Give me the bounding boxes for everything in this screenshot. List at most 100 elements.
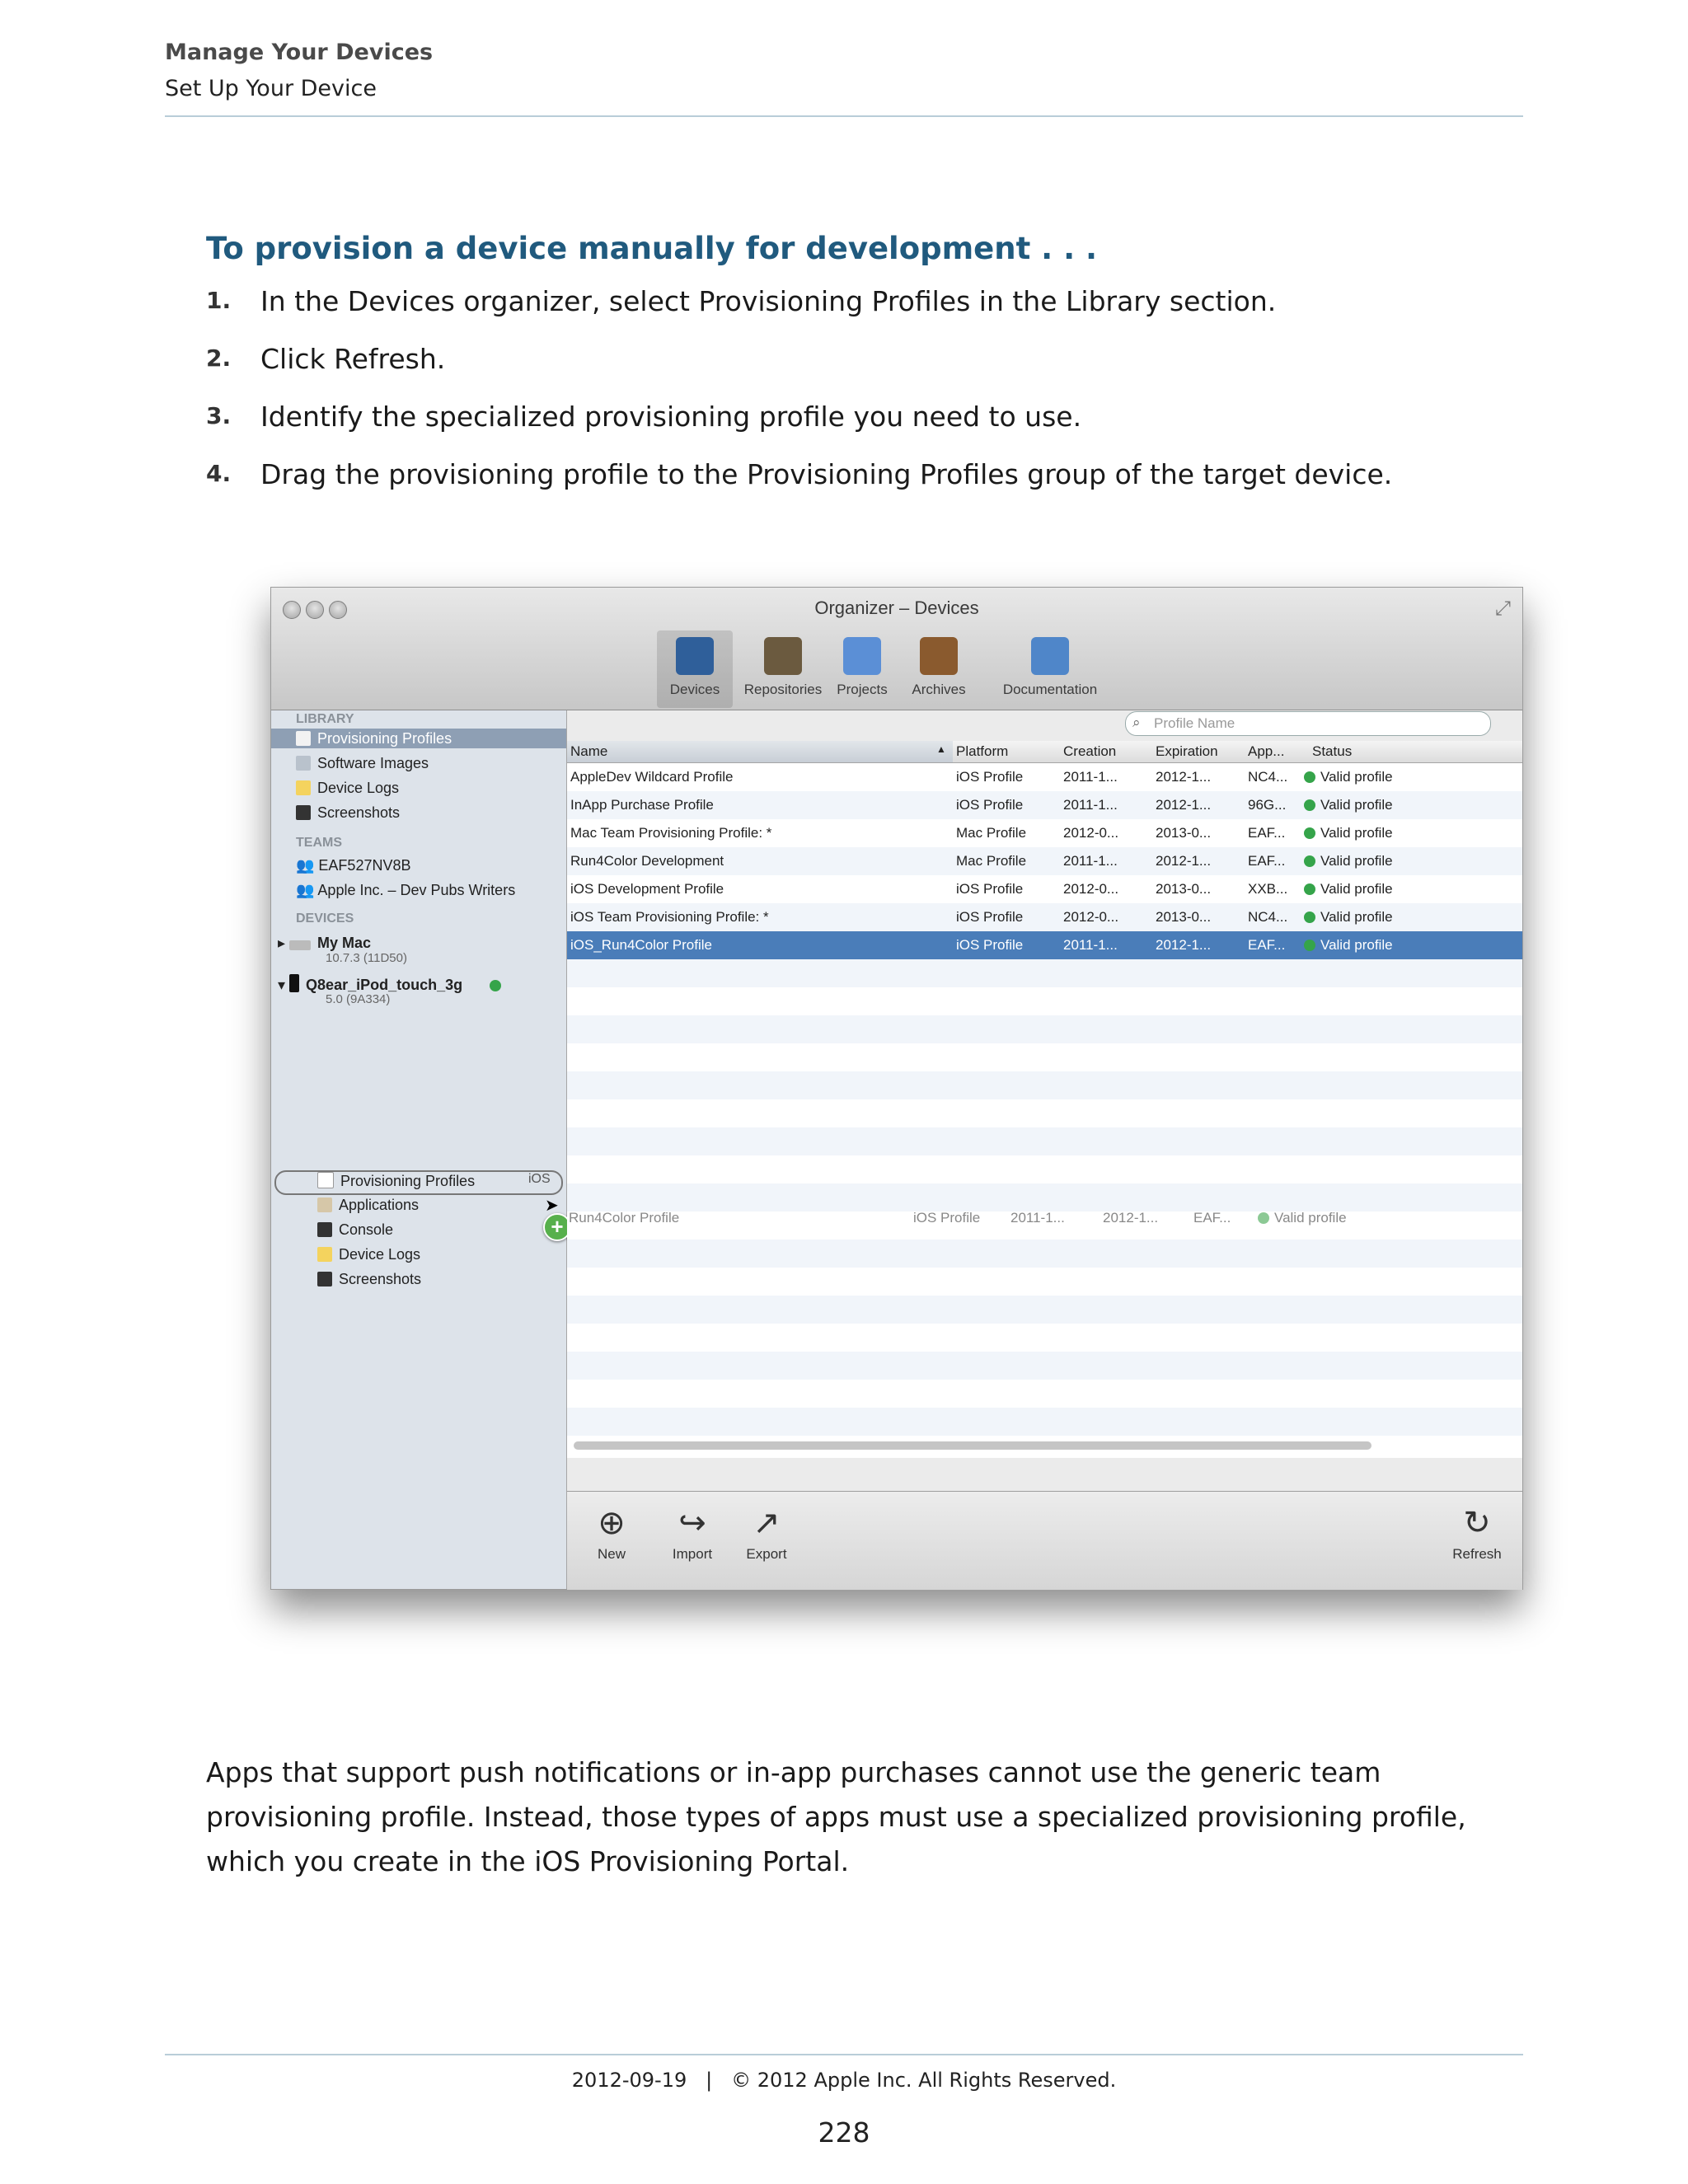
applications-icon [317,1197,332,1212]
sidebar-device-ipod[interactable]: ▾ Q8ear_iPod_touch_3g [278,974,506,994]
toolbar-documentation-button[interactable]: Documentation [988,637,1112,698]
devices-icon [676,637,714,675]
bottom-toolbar: ⊕ New ↪ Import ↗ Export ↻ Refresh [567,1491,1522,1590]
empty-row [567,1352,1522,1380]
device-child-device-logs[interactable]: Device Logs [317,1246,420,1263]
table-row[interactable]: Mac Team Provisioning Profile: * Mac Pro… [567,819,1522,847]
cell-platform: iOS Profile [956,769,1024,785]
cell-platform: iOS Profile [956,881,1024,897]
step-number: 1. [206,287,232,314]
cell-creation: 2011-1... [1063,769,1118,785]
footer-copyright: 2012-09-19 | © 2012 Apple Inc. All Right… [571,2069,1117,2092]
fullscreen-icon[interactable]: ⤢ [1495,598,1511,621]
table-row[interactable]: AppleDev Wildcard Profile iOS Profile 20… [567,763,1522,791]
cell-creation: 2011-1... [1010,1210,1065,1226]
sidebar-item-team[interactable]: 👥 Apple Inc. – Dev Pubs Writers [296,882,515,899]
organizer-window: Organizer – Devices ⤢ Devices Repositori… [270,587,1523,1590]
sidebar-item-device-logs[interactable]: Device Logs [296,780,399,797]
disclosure-triangle-icon[interactable]: ▾ [278,977,289,993]
step-number: 4. [206,460,232,487]
step-text: Drag the provisioning profile to the Pro… [260,458,1393,490]
step-text: Click Refresh. [260,343,446,375]
column-header-expiration[interactable]: Expiration [1156,743,1218,760]
import-arrow-icon: ↪ [678,1505,706,1541]
device-child-console[interactable]: Console [317,1221,393,1239]
device-child-provisioning-profiles[interactable]: Provisioning Profiles [317,1172,475,1190]
window-titlebar: Organizer – Devices ⤢ Devices Repositori… [271,588,1522,710]
horizontal-scrollbar[interactable] [574,1441,1372,1450]
new-button[interactable]: ⊕ New [579,1503,645,1563]
empty-row [567,959,1522,987]
cell-creation: 2011-1... [1063,853,1118,869]
drag-tag: iOS [528,1172,551,1186]
toolbar-label: Archives [912,682,966,697]
ipod-icon [289,974,300,992]
body-paragraph: Apps that support push notifications or … [206,1756,1466,1877]
column-header-platform[interactable]: Platform [956,743,1008,760]
cell-name: iOS Team Provisioning Profile: * [570,909,769,925]
cell-name: iOS Development Profile [570,881,724,897]
export-button[interactable]: ↗ Export [734,1503,799,1563]
sidebar-item-screenshots[interactable]: Screenshots [296,804,400,822]
add-circle-icon: ⊕ [598,1505,626,1541]
profile-icon [317,1172,334,1188]
step-number: 3. [206,402,232,429]
sidebar-item-team[interactable]: 👥 EAF527NV8B [296,857,410,874]
table-row-selected[interactable]: iOS_Run4Color Profile iOS Profile 2011-1… [567,931,1522,959]
console-icon [317,1222,332,1237]
sidebar-device-my-mac[interactable]: ▸ My Mac [278,935,371,952]
cell-expiration: 2012-1... [1103,1210,1159,1226]
cell-app: NC4... [1248,909,1288,925]
table-row[interactable]: Run4Color Development Mac Profile 2011-1… [567,847,1522,875]
empty-row [567,1127,1522,1155]
cell-platform: Mac Profile [956,853,1027,869]
device-logs-icon [296,780,311,795]
toolbar-archives-button[interactable]: Archives [885,637,992,698]
cell-expiration: 2013-0... [1156,825,1212,841]
mac-icon [289,940,312,950]
cell-name: InApp Purchase Profile [570,797,714,813]
sort-indicator-icon: ▲ [936,743,946,755]
dragged-profile-ghost: Run4Color Profile iOS Profile 2011-1... … [567,1204,1522,1232]
toolbar-label: Documentation [1002,682,1098,697]
cell-creation: 2011-1... [1063,937,1118,953]
task-heading: To provision a device manually for devel… [206,231,1098,266]
cell-creation: 2012-0... [1063,909,1119,925]
cell-app: XXB... [1248,881,1288,897]
cell-status: Valid profile [1304,881,1393,898]
device-connected-icon [490,980,502,991]
sidebar-item-software-images[interactable]: Software Images [296,755,429,772]
sidebar-group-teams: TEAMS [296,836,342,850]
import-button[interactable]: ↪ Import [659,1503,725,1563]
valid-status-icon [1304,883,1315,895]
device-version: 10.7.3 (11D50) [326,951,407,965]
cell-platform: Mac Profile [956,825,1027,841]
cell-expiration: 2012-1... [1156,853,1212,869]
import-label: Import [672,1546,713,1562]
column-header-creation[interactable]: Creation [1063,743,1116,760]
archives-icon [920,637,958,675]
table-row[interactable]: InApp Purchase Profile iOS Profile 2011-… [567,791,1522,819]
cell-name: Mac Team Provisioning Profile: * [570,825,772,841]
new-label: New [597,1546,626,1562]
sidebar-item-provisioning-profiles[interactable]: Provisioning Profiles [296,730,452,748]
profile-icon [296,731,311,746]
cell-status: Valid profile [1304,825,1393,841]
valid-status-icon [1304,771,1315,783]
software-images-icon [296,756,311,771]
column-header-status[interactable]: Status [1312,743,1352,760]
valid-status-icon [1304,799,1315,811]
column-header-app[interactable]: App... [1248,743,1284,760]
valid-status-icon [1304,827,1315,839]
cell-status: Valid profile [1258,1210,1347,1226]
table-row[interactable]: iOS Development Profile iOS Profile 2012… [567,875,1522,903]
cell-app: 96G... [1248,797,1287,813]
device-child-screenshots[interactable]: Screenshots [317,1271,421,1288]
device-child-applications[interactable]: Applications [317,1197,419,1214]
table-row[interactable]: iOS Team Provisioning Profile: * iOS Pro… [567,903,1522,931]
device-logs-icon [317,1247,332,1262]
column-header-name[interactable]: Name [570,743,607,760]
profile-search-input[interactable]: ⌕ Profile Name [1125,711,1491,736]
refresh-button[interactable]: ↻ Refresh [1444,1503,1510,1563]
disclosure-triangle-icon[interactable]: ▸ [278,935,289,951]
